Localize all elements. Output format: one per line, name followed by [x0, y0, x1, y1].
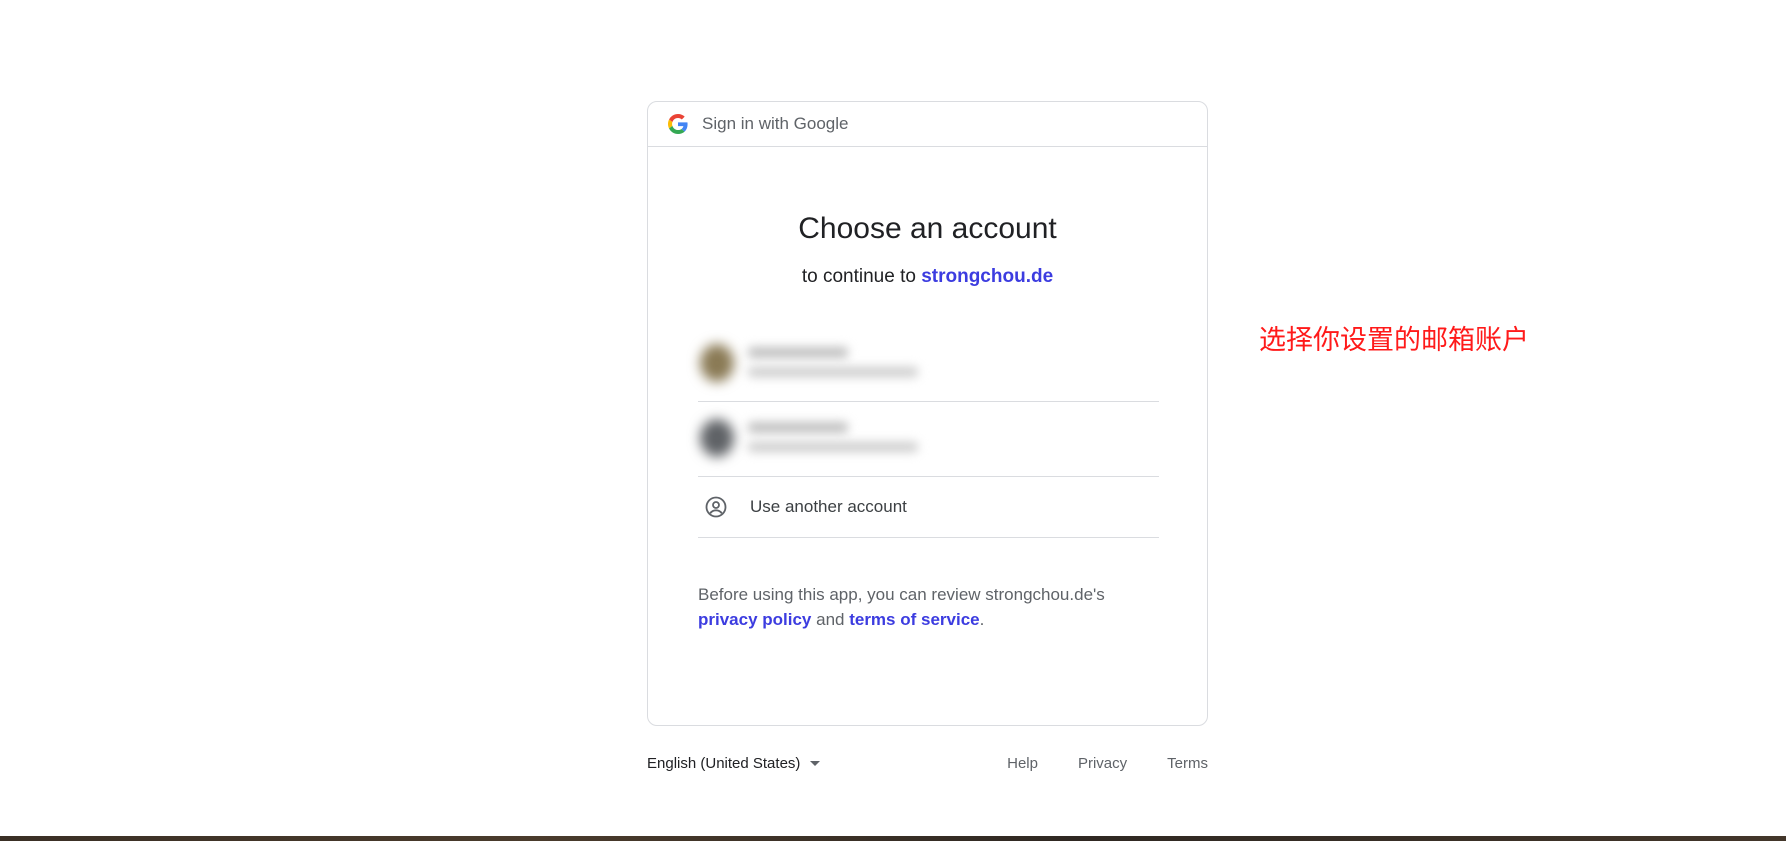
header-title: Sign in with Google: [702, 114, 849, 133]
footer-links: Help Privacy Terms: [967, 755, 1208, 772]
help-link[interactable]: Help: [1007, 755, 1038, 772]
language-label: English (United States): [647, 755, 801, 772]
account-circle-icon: [704, 495, 728, 519]
signin-card: Sign in with Google Choose an account to…: [647, 101, 1208, 726]
use-another-account-label: Use another account: [750, 497, 907, 516]
account-item-2[interactable]: [698, 402, 1159, 477]
legal-notice: Before using this app, you can review st…: [698, 582, 1159, 632]
privacy-link[interactable]: Privacy: [1078, 755, 1127, 772]
account-name-blurred: [748, 422, 848, 433]
account-list: Use another account: [698, 327, 1159, 538]
terms-link[interactable]: Terms: [1167, 755, 1208, 772]
use-another-account-button[interactable]: Use another account: [698, 477, 1159, 538]
desktop-background-strip: [0, 836, 1786, 841]
avatar: [700, 344, 734, 382]
account-email-blurred: [748, 367, 918, 377]
card-header: Sign in with Google: [648, 102, 1207, 147]
subtitle-prefix: to continue to: [801, 266, 922, 287]
account-name-blurred: [748, 347, 848, 358]
page-title: Choose an account: [798, 212, 1057, 245]
page: Sign in with Google Choose an account to…: [0, 0, 1786, 841]
legal-suffix: .: [979, 610, 985, 629]
app-domain-link[interactable]: strongchou.de: [921, 266, 1053, 287]
annotation-note: 选择你设置的邮箱账户: [1259, 325, 1529, 356]
account-email-blurred: [748, 442, 918, 452]
language-selector[interactable]: English (United States): [647, 755, 821, 772]
legal-and: and: [811, 610, 850, 629]
footer: English (United States) Help Privacy Ter…: [647, 755, 1208, 779]
chevron-down-icon: [810, 761, 821, 766]
privacy-policy-link[interactable]: privacy policy: [698, 610, 811, 629]
legal-prefix: Before using this app, you can review st…: [698, 585, 1105, 604]
google-g-icon: [668, 114, 688, 134]
avatar: [700, 419, 734, 457]
account-item-1[interactable]: [698, 327, 1159, 402]
page-subtitle: to continue to strongchou.de: [648, 266, 1207, 288]
terms-of-service-link[interactable]: terms of service: [849, 610, 979, 629]
